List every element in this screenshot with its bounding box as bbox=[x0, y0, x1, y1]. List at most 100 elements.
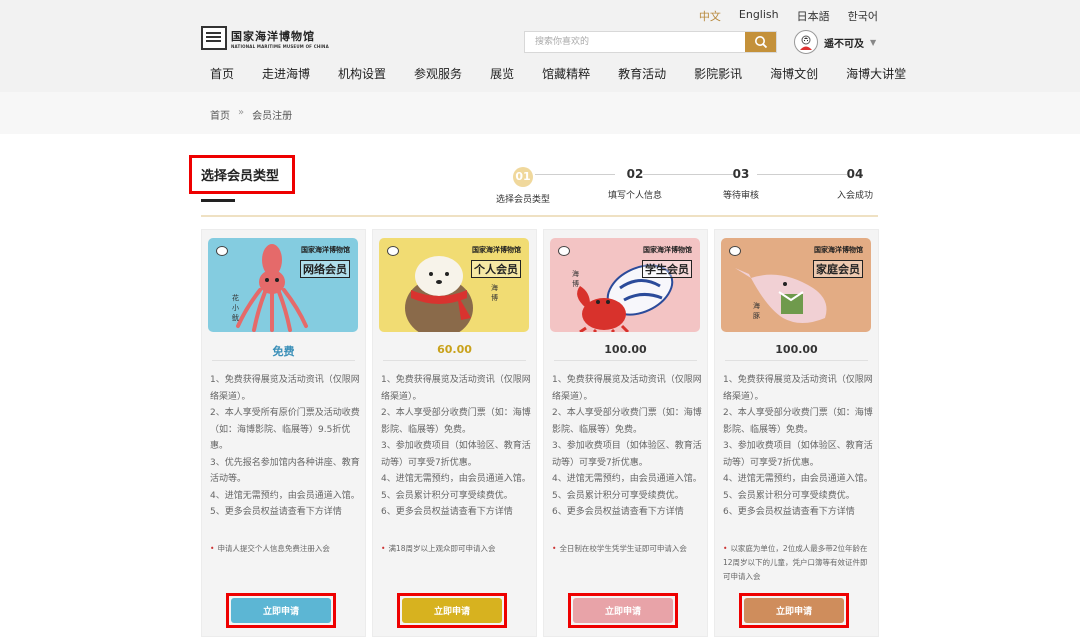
nav-visit[interactable]: 参观服务 bbox=[414, 65, 462, 82]
username[interactable]: 遥不可及 bbox=[824, 35, 864, 50]
nav-home[interactable]: 首页 bbox=[210, 65, 234, 82]
card-kind: 学生会员 bbox=[642, 260, 692, 278]
benefit-item: 1、免费获得展览及活动资讯（仅限网络渠道）。 bbox=[381, 375, 531, 402]
card-benefits: 1、免费获得展览及活动资讯（仅限网络渠道）。 2、本人享受所有原价门票及活动收费… bbox=[210, 372, 360, 521]
main-nav: 首页 走进海博 机构设置 参观服务 展览 馆藏精粹 教育活动 影院影讯 海博文创… bbox=[210, 65, 934, 82]
lang-en[interactable]: English bbox=[739, 8, 779, 24]
step-4: 04 入会成功 bbox=[831, 165, 879, 201]
lang-zh[interactable]: 中文 bbox=[699, 8, 721, 24]
user-menu[interactable]: 遥不可及 ▼ bbox=[794, 30, 876, 54]
benefit-item: 4、进馆无需预约，由会员通道入馆。 bbox=[210, 490, 360, 501]
svg-text:海: 海 bbox=[491, 283, 498, 292]
apply-highlight: 立即申请 bbox=[226, 593, 336, 628]
step-number: 03 bbox=[732, 167, 750, 181]
lang-ko[interactable]: 한국어 bbox=[848, 8, 878, 24]
speech-bubble-icon bbox=[387, 246, 399, 256]
card-note: • 满18周岁以上观众即可申请入会 bbox=[381, 542, 531, 556]
card-museum: 国家海洋博物馆 bbox=[814, 246, 863, 254]
search-button[interactable] bbox=[745, 32, 776, 52]
step-3: 03 等待审核 bbox=[717, 165, 765, 201]
avatar-icon[interactable] bbox=[794, 30, 818, 54]
step-2: 02 填写个人信息 bbox=[607, 165, 663, 201]
nav-education[interactable]: 教育活动 bbox=[618, 65, 666, 82]
title-underline bbox=[201, 199, 233, 202]
apply-button-student[interactable]: 立即申请 bbox=[573, 598, 673, 623]
price-divider bbox=[383, 360, 526, 361]
note-text: 申请人提交个人信息免费注册入会 bbox=[217, 544, 330, 553]
card-museum: 国家海洋博物馆 bbox=[472, 246, 521, 254]
price-divider bbox=[554, 360, 697, 361]
benefit-item: 5、会员累计积分可享受续费优。 bbox=[381, 490, 513, 501]
nav-lectures[interactable]: 海博大讲堂 bbox=[846, 65, 906, 82]
step-label: 选择会员类型 bbox=[495, 195, 550, 205]
benefit-item: 6、更多会员权益请查看下方详情 bbox=[381, 507, 513, 517]
benefit-item: 5、更多会员权益请查看下方详情 bbox=[210, 507, 342, 517]
svg-text:鱿: 鱿 bbox=[232, 313, 239, 322]
benefit-item: 3、参加收费项目（如体验区、教育活动等）可享受7折优惠。 bbox=[552, 441, 702, 468]
benefit-item: 3、优先报名参加馆内各种讲座、教育活动等。 bbox=[210, 457, 360, 485]
note-text: 全日制在校学生凭学生证即可申请入会 bbox=[559, 544, 687, 553]
card-image: 海 博 国家海洋博物馆 学生会员 bbox=[550, 238, 700, 332]
language-switcher: 中文 English 日本語 한국어 bbox=[699, 8, 878, 24]
benefit-item: 2、本人享受部分收费门票（如：海博影院、临展等）免费。 bbox=[552, 408, 702, 435]
benefit-item: 2、本人享受所有原价门票及活动收费（如：海博影院、临展等）9.5折优惠。 bbox=[210, 408, 360, 451]
search-icon bbox=[754, 36, 767, 49]
card-note: • 以家庭为单位，2位成人最多带2位年龄在12周岁以下的儿童，凭户口簿等有效证件即… bbox=[723, 542, 873, 584]
card-museum: 国家海洋博物馆 bbox=[301, 246, 350, 254]
card-note: • 申请人提交个人信息免费注册入会 bbox=[210, 542, 360, 556]
step-number: 01 bbox=[513, 167, 533, 187]
benefit-item: 3、参加收费项目（如体验区、教育活动等）可享受7折优惠。 bbox=[723, 441, 873, 468]
step-number: 04 bbox=[846, 167, 864, 181]
benefit-item: 4、进馆无需预约，由会员通道入馆。 bbox=[723, 474, 873, 484]
nav-organization[interactable]: 机构设置 bbox=[338, 65, 386, 82]
card-benefits: 1、免费获得展览及活动资讯（仅限网络渠道）。 2、本人享受部分收费门票（如：海博… bbox=[723, 372, 873, 521]
nav-collections[interactable]: 馆藏精粹 bbox=[542, 65, 590, 82]
card-kind: 个人会员 bbox=[471, 260, 521, 278]
benefit-item: 6、更多会员权益请查看下方详情 bbox=[723, 507, 855, 517]
card-image: 海 豚 国家海洋博物馆 家庭会员 bbox=[721, 238, 871, 332]
chevron-down-icon[interactable]: ▼ bbox=[870, 38, 876, 47]
card-image: 花 小 鱿 国家海洋博物馆 网络会员 bbox=[208, 238, 358, 332]
nav-about[interactable]: 走进海博 bbox=[262, 65, 310, 82]
svg-text:小: 小 bbox=[232, 303, 239, 312]
benefit-item: 1、免费获得展览及活动资讯（仅限网络渠道）。 bbox=[723, 375, 873, 402]
breadcrumb-separator: » bbox=[238, 107, 245, 118]
benefit-item: 4、进馆无需预约，由会员通道入馆。 bbox=[381, 474, 531, 484]
search-input[interactable] bbox=[525, 32, 745, 52]
step-label: 入会成功 bbox=[836, 191, 873, 201]
step-label: 等待审核 bbox=[722, 191, 759, 201]
benefit-item: 2、本人享受部分收费门票（如：海博影院、临展等）免费。 bbox=[381, 408, 531, 435]
logo-cn: 国家海洋博物馆 bbox=[231, 29, 315, 43]
benefit-item: 2、本人享受部分收费门票（如：海博影院、临展等）免费。 bbox=[723, 408, 873, 435]
svg-text:博: 博 bbox=[572, 279, 579, 288]
breadcrumb-current: 会员注册 bbox=[252, 111, 293, 122]
benefit-item: 1、免费获得展览及活动资讯（仅限网络渠道）。 bbox=[552, 375, 702, 402]
nav-cinema[interactable]: 影院影讯 bbox=[694, 65, 742, 82]
card-note: • 全日制在校学生凭学生证即可申请入会 bbox=[552, 542, 702, 556]
nav-exhibitions[interactable]: 展览 bbox=[490, 65, 514, 82]
apply-button-online[interactable]: 立即申请 bbox=[231, 598, 331, 623]
card-benefits: 1、免费获得展览及活动资讯（仅限网络渠道）。 2、本人享受部分收费门票（如：海博… bbox=[552, 372, 702, 521]
lang-ja[interactable]: 日本語 bbox=[797, 8, 830, 24]
bullet-icon: • bbox=[723, 544, 728, 553]
price-divider bbox=[212, 360, 355, 361]
nav-creative[interactable]: 海博文创 bbox=[770, 65, 818, 82]
apply-highlight: 立即申请 bbox=[397, 593, 507, 628]
apply-button-family[interactable]: 立即申请 bbox=[744, 598, 844, 623]
membership-card-family: 海 豚 国家海洋博物馆 家庭会员 100.00 1、免费获得展览及活动资讯（仅限… bbox=[714, 229, 879, 637]
page-title: 选择会员类型 bbox=[189, 155, 295, 194]
note-text: 满18周岁以上观众即可申请入会 bbox=[388, 544, 496, 553]
museum-logo[interactable]: 国家海洋博物馆 NATIONAL MARITIME MUSEUM OF CHIN… bbox=[201, 26, 329, 50]
svg-text:博: 博 bbox=[491, 293, 498, 302]
speech-bubble-icon bbox=[558, 246, 570, 256]
speech-bubble-icon bbox=[216, 246, 228, 256]
breadcrumb: 首页 » 会员注册 bbox=[210, 107, 292, 122]
breadcrumb-home[interactable]: 首页 bbox=[210, 107, 230, 122]
apply-button-personal[interactable]: 立即申请 bbox=[402, 598, 502, 623]
card-benefits: 1、免费获得展览及活动资讯（仅限网络渠道）。 2、本人享受部分收费门票（如：海博… bbox=[381, 372, 531, 521]
membership-card-personal: 海 博 国家海洋博物馆 个人会员 60.00 1、免费获得展览及活动资讯（仅限网… bbox=[372, 229, 537, 637]
benefit-item: 4、进馆无需预约，由会员通道入馆。 bbox=[552, 474, 702, 484]
card-kind: 家庭会员 bbox=[813, 260, 863, 278]
apply-highlight: 立即申请 bbox=[568, 593, 678, 628]
card-price: 免费 bbox=[272, 345, 295, 358]
